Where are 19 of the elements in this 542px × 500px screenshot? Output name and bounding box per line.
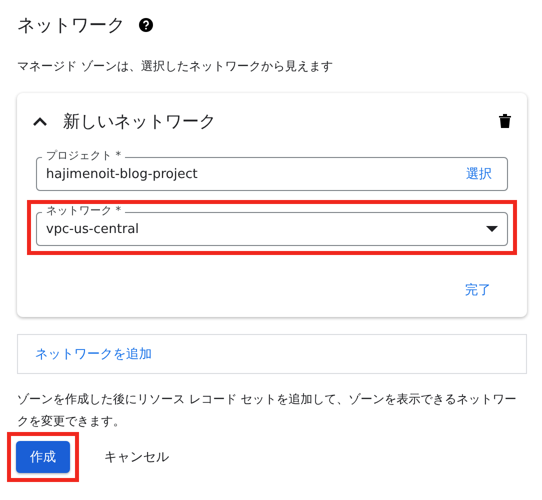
section-title: ネットワーク <box>17 14 125 37</box>
project-field[interactable]: プロジェクト * hajimenoit-blog-project 選択 <box>36 149 508 191</box>
dropdown-icon <box>486 226 498 232</box>
done-button[interactable]: 完了 <box>459 281 497 299</box>
create-button[interactable]: 作成 <box>16 441 70 473</box>
help-icon[interactable] <box>139 18 153 32</box>
add-network-link[interactable]: ネットワークを追加 <box>35 345 152 363</box>
select-button[interactable]: 選択 <box>460 165 498 183</box>
field-value: hajimenoit-blog-project <box>46 166 199 182</box>
field-label: プロジェクト * <box>42 149 125 163</box>
note-text: ゾーンを作成した後にリソース レコード セットを追加して、ゾーンを表示できるネットワークを変更できます。 <box>17 391 518 430</box>
collapse-icon[interactable] <box>33 116 47 126</box>
field-value: vpc-us-central <box>46 222 140 236</box>
field-label: ネットワーク * <box>42 204 125 218</box>
card-title: 新しいネットワーク <box>63 110 217 132</box>
network-dropdown[interactable]: ネットワーク * vpc-us-central <box>36 204 508 246</box>
cancel-button[interactable]: キャンセル <box>98 441 175 473</box>
description: マネージド ゾーンは、選択したネットワークから見えます <box>17 58 334 75</box>
trash-icon[interactable] <box>499 114 511 128</box>
